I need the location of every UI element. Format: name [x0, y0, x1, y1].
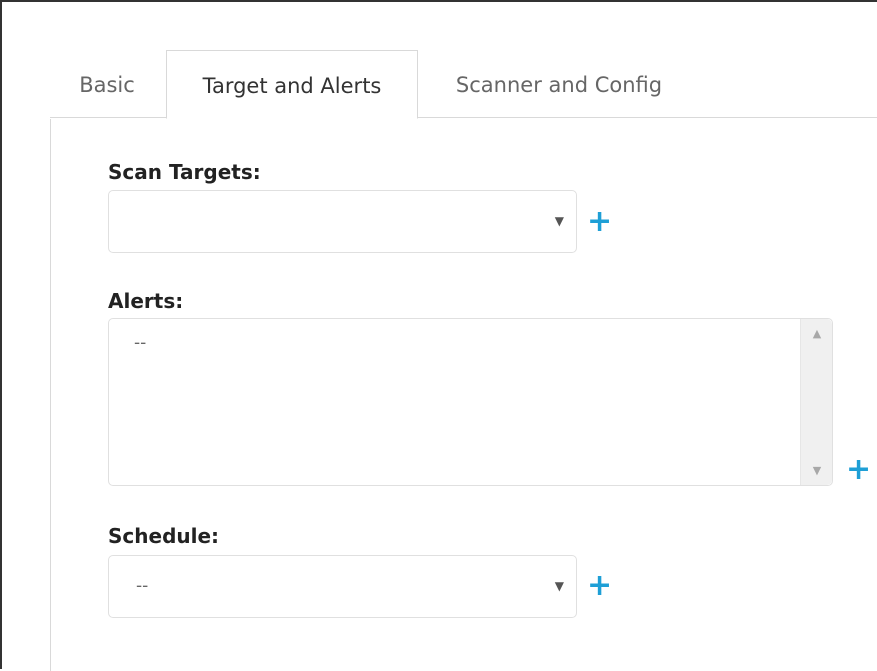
scroll-up-icon[interactable]: ▲: [801, 327, 833, 340]
dialog-frame: Basic Target and Alerts Scanner and Conf…: [0, 0, 877, 671]
scan-targets-select[interactable]: ▼: [108, 190, 577, 253]
alerts-listbox[interactable]: -- ▲ ▼: [108, 318, 833, 486]
tab-scanner-and-config[interactable]: Scanner and Config: [442, 50, 676, 118]
tab-panel: Scan Targets: ▼ + Alerts: -- ▲ ▼ + Sched…: [50, 119, 877, 671]
chevron-down-icon: ▼: [554, 214, 564, 228]
scroll-down-icon[interactable]: ▼: [801, 464, 833, 477]
scan-targets-label: Scan Targets:: [108, 160, 261, 184]
add-alert-icon[interactable]: +: [846, 455, 871, 485]
alerts-label: Alerts:: [108, 289, 184, 313]
schedule-select[interactable]: -- ▼: [108, 555, 577, 618]
schedule-value: --: [136, 576, 149, 596]
tab-target-and-alerts[interactable]: Target and Alerts: [166, 50, 418, 119]
alerts-scrollbar[interactable]: ▲ ▼: [800, 319, 832, 485]
tab-basic[interactable]: Basic: [72, 50, 142, 118]
add-scan-target-icon[interactable]: +: [587, 207, 612, 237]
alerts-value: --: [134, 333, 147, 353]
tab-bar: Basic Target and Alerts Scanner and Conf…: [50, 50, 877, 119]
chevron-down-icon: ▼: [554, 579, 564, 593]
schedule-label: Schedule:: [108, 524, 220, 548]
add-schedule-icon[interactable]: +: [587, 571, 612, 601]
